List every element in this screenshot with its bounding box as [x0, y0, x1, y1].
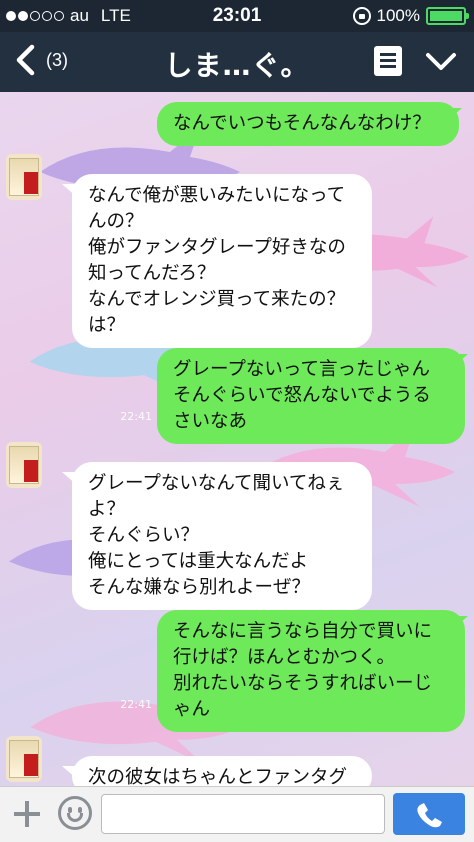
- avatar[interactable]: [6, 442, 42, 488]
- status-bar: au LTE 23:01 100%: [0, 0, 474, 32]
- chevron-down-icon: [426, 53, 456, 70]
- avatar[interactable]: [6, 154, 42, 200]
- rotation-lock-icon: [352, 7, 371, 25]
- battery-percent: 100%: [376, 6, 420, 25]
- message-input[interactable]: [101, 794, 385, 834]
- outgoing-message[interactable]: そんなに言うなら自分で買いに行けば？ほんとむかつく。 別れたいならそうすればいー…: [157, 610, 465, 732]
- battery-icon: [426, 7, 469, 25]
- outgoing-message[interactable]: なんでいつもそんなんなわけ？: [157, 102, 459, 146]
- incoming-message[interactable]: なんで俺が悪いみたいになってんの？ 俺がファンタグレープ好きなの知ってんだろ？ …: [72, 174, 372, 348]
- message-input-bar: [0, 786, 474, 842]
- outgoing-message[interactable]: グレープないって言ったじゃん そんぐらいで怒んないでようるさいなあ: [157, 348, 465, 444]
- phone-icon: [417, 803, 442, 828]
- chat-title: しま…ぐ。: [164, 49, 310, 82]
- more-options-button[interactable]: [424, 46, 458, 80]
- message-time: 22:41: [120, 410, 152, 423]
- status-right: 100%: [352, 6, 469, 26]
- plus-icon[interactable]: [10, 797, 44, 831]
- note-list-button[interactable]: [374, 46, 402, 76]
- smiley-icon[interactable]: [58, 796, 92, 830]
- chat-header: (3) しま…ぐ。: [0, 32, 474, 92]
- incoming-message[interactable]: グレープないなんて聞いてねぇよ？ そんぐらい？ 俺にとっては重大なんだよ そんな…: [72, 462, 372, 610]
- call-button[interactable]: [393, 793, 465, 835]
- message-time: 22:41: [120, 698, 152, 711]
- chat-area[interactable]: なんでいつもそんなんなわけ？ なんで俺が悪いみたいになってんの？ 俺がファンタグ…: [0, 92, 474, 786]
- incoming-message[interactable]: 次の彼女はちゃんとファンタグ: [72, 756, 372, 786]
- avatar[interactable]: [6, 736, 42, 782]
